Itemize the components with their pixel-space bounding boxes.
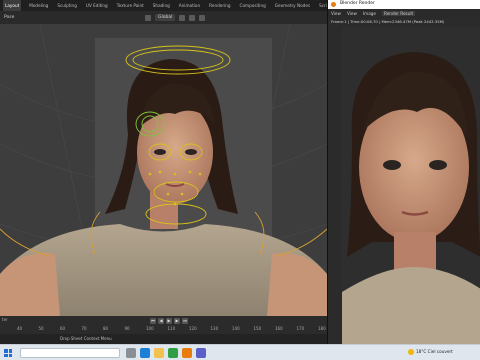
proportional-icon[interactable] <box>199 14 206 21</box>
menu-view-2[interactable]: View <box>347 11 357 16</box>
tab-scripting[interactable]: Scripting <box>318 0 327 11</box>
render-info-text: Frame:1 | Time:00:06.70 | Mem:2346.47M (… <box>331 19 445 24</box>
render-window-titlebar[interactable]: Blender Render <box>328 0 480 9</box>
render-result-svg <box>342 27 480 344</box>
frame-ticks: 40 50 60 70 80 90 100 110 120 130 140 150 160 170 180 <box>0 326 327 334</box>
render-result-image[interactable] <box>342 27 480 344</box>
task-view-icon[interactable] <box>126 348 136 358</box>
timeline[interactable]: ter ⏮ ◀ ▶ ▶ ⏭ 40 50 60 70 80 90 100 110 120 130 14… <box>0 316 327 334</box>
viewport-header: Pose Global <box>0 11 327 24</box>
weather-text: 18°C Ciel couvert <box>416 349 453 354</box>
render-window-title: Blender Render <box>340 1 375 6</box>
tab-layout[interactable]: Layout <box>3 0 22 11</box>
render-window: Blender Render View View Image Render Re… <box>327 0 480 344</box>
app-icon[interactable] <box>196 348 206 358</box>
tab-geometry-nodes[interactable]: Geometry Nodes <box>274 0 311 11</box>
interaction-mode-label[interactable]: Pose <box>4 15 14 20</box>
tab-rendering[interactable]: Rendering <box>208 0 231 11</box>
character-eye-left <box>154 149 166 155</box>
workspace-tabbar: Layout Modeling Sculpting UV Editing Tex… <box>0 0 327 11</box>
timeline-tick-150: 150 <box>253 326 262 331</box>
play-button[interactable]: ▶ <box>166 318 172 324</box>
timeline-tick-180: 180 <box>318 326 326 331</box>
character-eye-right <box>185 149 197 155</box>
viewport-render-svg <box>0 24 327 316</box>
timeline-tick-80: 80 <box>103 326 109 331</box>
status-bar: Drop Sheet Context Menu <box>0 334 327 344</box>
render-window-menubar: View View Image Render Result <box>328 9 480 18</box>
transform-icon[interactable] <box>145 14 151 21</box>
timeline-label: ter <box>2 317 8 322</box>
windows-start-icon[interactable] <box>4 349 12 357</box>
timeline-tick-130: 130 <box>210 326 219 331</box>
timeline-tick-40: 40 <box>17 326 23 331</box>
timeline-tick-140: 140 <box>232 326 240 331</box>
weather-icon <box>408 349 414 355</box>
pivot-icon[interactable] <box>179 14 186 21</box>
menu-image[interactable]: Image <box>363 11 376 16</box>
timeline-tick-110: 110 <box>167 326 176 331</box>
tab-animation[interactable]: Animation <box>178 0 201 11</box>
menu-view[interactable]: View <box>331 11 341 16</box>
timeline-tick-120: 120 <box>189 326 197 331</box>
windows-taskbar: 18°C Ciel couvert <box>0 344 480 360</box>
step-back-button[interactable]: ◀ <box>158 318 164 324</box>
timeline-tick-70: 70 <box>81 326 87 331</box>
blender-taskbar-icon[interactable] <box>182 348 192 358</box>
timeline-tick-50: 50 <box>38 326 44 331</box>
blender-main-window: Layout Modeling Sculpting UV Editing Tex… <box>0 0 327 344</box>
timeline-tick-100: 100 <box>146 326 154 331</box>
jump-start-button[interactable]: ⏮ <box>150 318 156 324</box>
tab-texture-paint[interactable]: Texture Paint <box>116 0 145 11</box>
tab-sculpting[interactable]: Sculpting <box>56 0 78 11</box>
timeline-tick-90: 90 <box>124 326 130 331</box>
blender-logo-icon <box>331 2 336 7</box>
tab-shading[interactable]: Shading <box>152 0 171 11</box>
chrome-icon[interactable] <box>168 348 178 358</box>
playback-controls: ⏮ ◀ ▶ ▶ ⏭ <box>150 318 188 324</box>
tab-compositing[interactable]: Compositing <box>239 0 267 11</box>
character-arm-left <box>0 253 60 316</box>
character-arm-right <box>267 253 327 316</box>
snap-icon[interactable] <box>189 14 196 21</box>
edge-icon[interactable] <box>140 348 150 358</box>
tab-modeling[interactable]: Modeling <box>28 0 49 11</box>
desktop: Layout Modeling Sculpting UV Editing Tex… <box>0 0 480 360</box>
step-forward-button[interactable]: ▶ <box>174 318 180 324</box>
timeline-tick-60: 60 <box>60 326 66 331</box>
jump-end-button[interactable]: ⏭ <box>182 318 188 324</box>
3d-viewport[interactable] <box>0 24 327 316</box>
timeline-tick-170: 170 <box>296 326 305 331</box>
tab-uv-editing[interactable]: UV Editing <box>85 0 109 11</box>
orientation-dropdown[interactable]: Global <box>155 14 176 21</box>
status-text: Drop Sheet Context Menu <box>60 336 112 341</box>
render-slot-dropdown[interactable]: Render Result <box>382 11 416 16</box>
file-explorer-icon[interactable] <box>154 348 164 358</box>
timeline-tick-160: 160 <box>275 326 283 331</box>
taskbar-search-input[interactable] <box>20 348 120 358</box>
